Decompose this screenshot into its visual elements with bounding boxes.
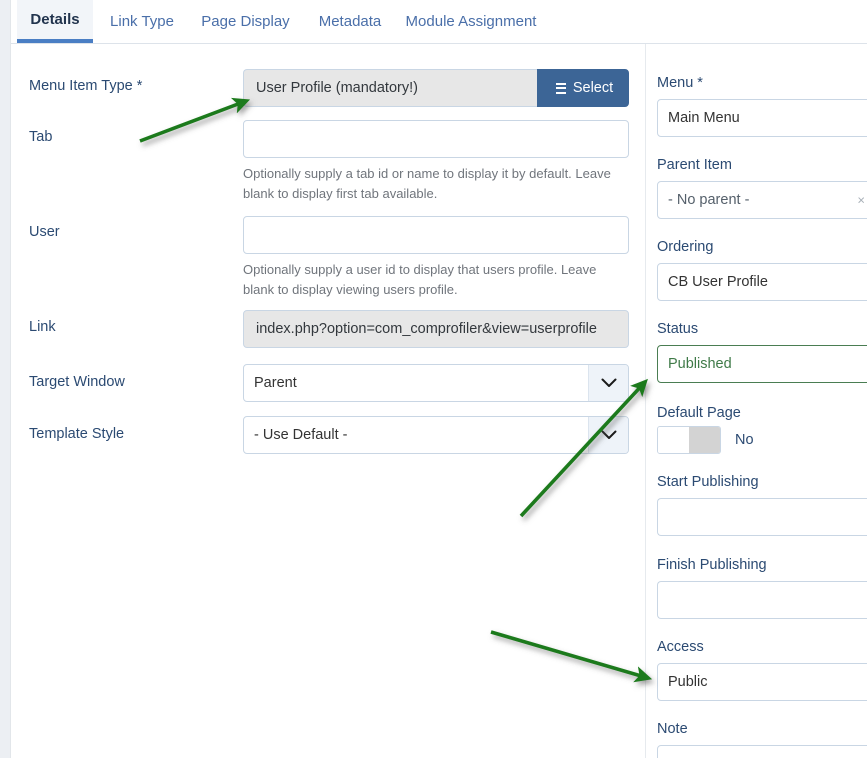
access-select[interactable]: Public	[657, 663, 867, 701]
target-window-select[interactable]: Parent	[243, 364, 629, 402]
access-field: Public	[657, 663, 867, 701]
ordering-select[interactable]: CB User Profile	[657, 263, 867, 301]
parent-item-field: - No parent - ×	[657, 181, 867, 219]
tab-module-assignment-label: Module Assignment	[405, 13, 537, 30]
status-label: Status	[657, 321, 699, 337]
toggle-half-off	[689, 427, 720, 453]
note-input[interactable]	[657, 745, 867, 758]
tab-metadata-label: Metadata	[318, 13, 382, 30]
user-field-label: User	[29, 224, 60, 240]
tab-field-label: Tab	[29, 129, 53, 145]
start-publishing-label: Start Publishing	[657, 474, 759, 490]
user-help-text: Optionally supply a user id to display t…	[243, 262, 597, 298]
parent-item-label: Parent Item	[657, 157, 732, 173]
details-form-right: Menu * Main Menu Parent Item - No parent…	[645, 44, 867, 758]
target-window-field: Parent	[243, 364, 629, 402]
default-page-toggle[interactable]	[657, 426, 721, 454]
target-window-label: Target Window	[29, 374, 125, 390]
chevron-down-icon	[588, 365, 628, 401]
note-label: Note	[657, 721, 688, 737]
tab-link-type[interactable]: Link Type	[97, 0, 187, 43]
tab-link-type-label: Link Type	[110, 13, 174, 30]
chevron-down-icon	[588, 417, 628, 453]
menu-value: Main Menu	[668, 110, 740, 126]
tab-details[interactable]: Details	[17, 0, 93, 43]
parent-item-value: - No parent -	[668, 192, 750, 208]
menu-item-type-label: Menu Item Type *	[29, 78, 143, 94]
user-field-wrapper	[243, 216, 629, 254]
default-page-label: Default Page	[657, 405, 741, 421]
default-page-field: No	[657, 426, 754, 454]
link-field-label: Link	[29, 319, 56, 335]
tab-metadata[interactable]: Metadata	[304, 0, 396, 43]
tab-page-display[interactable]: Page Display	[187, 0, 304, 43]
tab-bar: Details Link Type Page Display Metadata …	[11, 0, 867, 44]
template-style-value: - Use Default -	[254, 427, 348, 443]
tab-page-display-label: Page Display	[201, 13, 290, 30]
link-field-wrapper: index.php?option=com_comprofiler&view=us…	[243, 310, 629, 348]
ordering-value: CB User Profile	[668, 274, 768, 290]
tab-help-text: Optionally supply a tab id or name to di…	[243, 166, 611, 202]
menu-label: Menu *	[657, 75, 703, 91]
link-value: index.php?option=com_comprofiler&view=us…	[243, 310, 629, 348]
parent-item-select[interactable]: - No parent - ×	[657, 181, 867, 219]
target-window-value: Parent	[254, 375, 297, 391]
tab-details-label: Details	[30, 11, 80, 28]
menu-field: Main Menu	[657, 99, 867, 137]
access-value: Public	[668, 674, 708, 690]
ordering-label: Ordering	[657, 239, 714, 255]
template-style-select[interactable]: - Use Default -	[243, 416, 629, 454]
template-style-label: Template Style	[29, 426, 125, 442]
default-page-value: No	[735, 432, 754, 448]
menu-select[interactable]: Main Menu	[657, 99, 867, 137]
tab-module-assignment[interactable]: Module Assignment	[396, 0, 546, 43]
menu-item-edit-screen: Details Link Type Page Display Metadata …	[0, 0, 867, 758]
menu-item-type-select-button[interactable]: Select	[537, 69, 629, 107]
user-input[interactable]	[243, 216, 629, 254]
details-form-left: Menu Item Type * User Profile (mandatory…	[11, 44, 645, 758]
ordering-field: CB User Profile	[657, 263, 867, 301]
tab-field-wrapper	[243, 120, 629, 158]
start-publishing-input[interactable]	[657, 498, 867, 536]
select-button-label: Select	[572, 80, 614, 96]
status-field: Published	[657, 345, 867, 383]
clear-parent-item-icon[interactable]: ×	[857, 194, 865, 207]
finish-publishing-input[interactable]	[657, 581, 867, 619]
finish-publishing-label: Finish Publishing	[657, 557, 767, 573]
left-edge-strip	[0, 0, 11, 758]
note-field	[657, 745, 867, 758]
access-label: Access	[657, 639, 704, 655]
toggle-half-on	[658, 427, 689, 453]
list-icon	[552, 82, 566, 94]
status-value: Published	[668, 356, 732, 372]
finish-publishing-field	[657, 581, 867, 619]
start-publishing-field	[657, 498, 867, 536]
tab-input[interactable]	[243, 120, 629, 158]
status-select[interactable]: Published	[657, 345, 867, 383]
menu-item-type-field: User Profile (mandatory!) Select	[243, 69, 629, 107]
template-style-field: - Use Default -	[243, 416, 629, 454]
menu-item-type-value: User Profile (mandatory!)	[243, 69, 537, 107]
